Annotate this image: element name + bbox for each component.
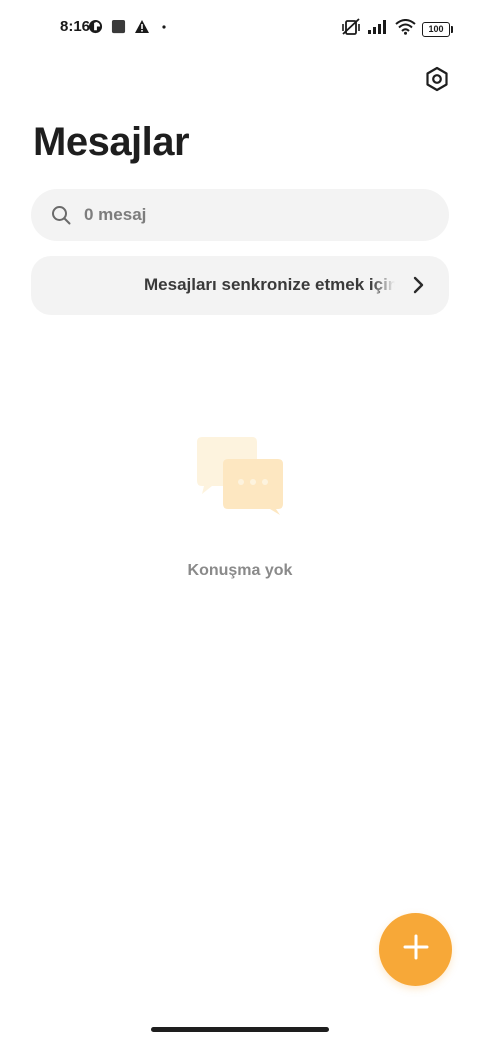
- battery-icon: 100: [422, 22, 453, 37]
- search-bar[interactable]: [31, 189, 449, 241]
- data-saver-icon: [88, 19, 103, 39]
- sync-text-fade: [371, 256, 395, 315]
- sync-banner[interactable]: Mesajları senkronize etmek için cl: [31, 256, 449, 315]
- search-icon: [50, 204, 72, 226]
- status-time: 8:16: [60, 18, 91, 35]
- empty-state-text: Konuşma yok: [187, 562, 293, 579]
- dot-icon: [158, 19, 170, 39]
- status-right-icons: 100: [341, 18, 453, 41]
- status-left-icons: [88, 19, 170, 39]
- signal-icon: [367, 19, 389, 40]
- search-input[interactable]: [82, 204, 386, 226]
- sync-banner-text: Mesajları senkronize etmek için cl: [144, 275, 395, 294]
- status-bar: 8:16 100: [0, 0, 480, 56]
- home-indicator[interactable]: [151, 1027, 329, 1032]
- sync-text-wrap: Mesajları senkronize etmek için cl: [144, 256, 395, 315]
- warning-icon: [134, 19, 150, 39]
- new-message-button[interactable]: [379, 913, 452, 986]
- plus-icon: [403, 934, 429, 965]
- vibrate-off-icon: [341, 18, 361, 41]
- settings-icon: [424, 66, 450, 97]
- square-notification-icon: [111, 19, 126, 39]
- chat-bubbles-icon: [196, 436, 286, 516]
- wifi-icon: [395, 19, 416, 40]
- chevron-right-icon: [407, 274, 429, 296]
- page-title: Mesajlar: [33, 120, 190, 164]
- settings-button[interactable]: [422, 66, 452, 96]
